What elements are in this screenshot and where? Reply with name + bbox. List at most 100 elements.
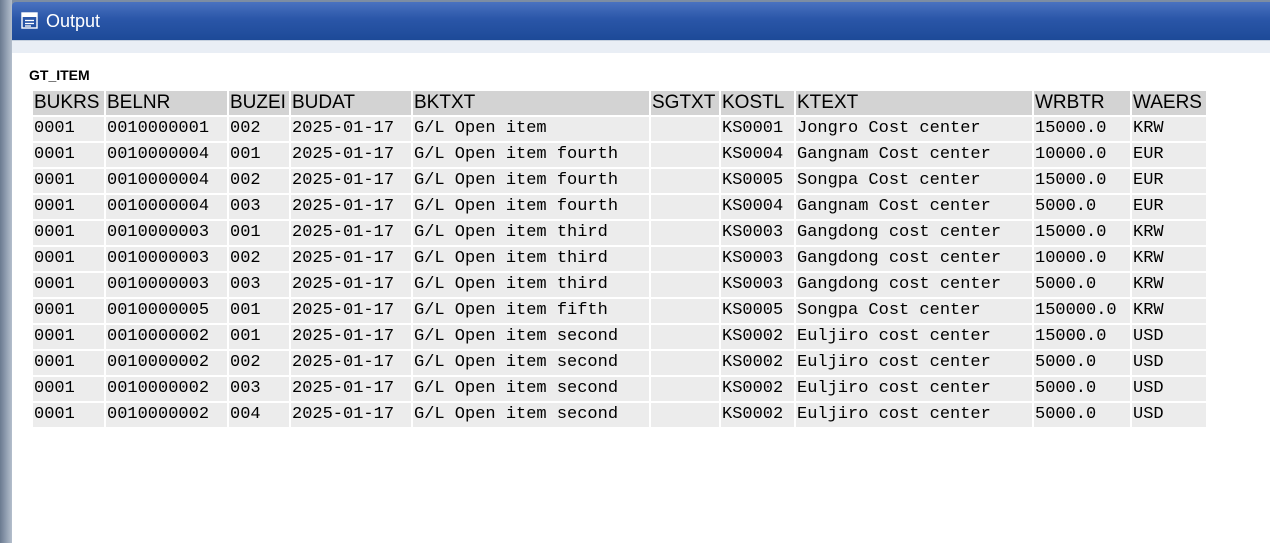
cell-sgtxt[interactable] — [651, 221, 719, 245]
cell-belnr[interactable]: 0010000005 — [106, 299, 227, 323]
cell-buzei[interactable]: 002 — [229, 117, 289, 141]
cell-buzei[interactable]: 001 — [229, 143, 289, 167]
cell-buzei[interactable]: 001 — [229, 325, 289, 349]
table-row[interactable]: 0001 0010000002 003 2025-01-17 G/L Open item… — [33, 377, 1206, 401]
cell-bktxt[interactable]: G/L Open item second — [413, 351, 649, 375]
cell-buzei[interactable]: 001 — [229, 221, 289, 245]
cell-budat[interactable]: 2025-01-17 — [291, 325, 411, 349]
cell-wrbtr[interactable]: 10000.0 — [1034, 143, 1130, 167]
cell-budat[interactable]: 2025-01-17 — [291, 247, 411, 271]
cell-belnr[interactable]: 0010000003 — [106, 273, 227, 297]
cell-ktext[interactable]: Gangnam Cost center — [796, 143, 1032, 167]
cell-waers[interactable]: USD — [1132, 377, 1206, 401]
cell-bktxt[interactable]: G/L Open item second — [413, 325, 649, 349]
cell-bukrs[interactable]: 0001 — [33, 195, 104, 219]
cell-belnr[interactable]: 0010000002 — [106, 351, 227, 375]
table-row[interactable]: 0001 0010000003 001 2025-01-17 G/L Open item… — [33, 221, 1206, 245]
cell-ktext[interactable]: Euljiro cost center — [796, 403, 1032, 427]
column-header-bukrs[interactable]: BUKRS — [33, 91, 104, 115]
cell-bktxt[interactable]: G/L Open item third — [413, 273, 649, 297]
cell-kostl[interactable]: KS0005 — [721, 299, 794, 323]
cell-kostl[interactable]: KS0004 — [721, 195, 794, 219]
cell-bktxt[interactable]: G/L Open item — [413, 117, 649, 141]
cell-sgtxt[interactable] — [651, 403, 719, 427]
cell-budat[interactable]: 2025-01-17 — [291, 143, 411, 167]
column-header-belnr[interactable]: BELNR — [106, 91, 227, 115]
cell-buzei[interactable]: 003 — [229, 377, 289, 401]
cell-bukrs[interactable]: 0001 — [33, 299, 104, 323]
cell-budat[interactable]: 2025-01-17 — [291, 351, 411, 375]
cell-bukrs[interactable]: 0001 — [33, 169, 104, 193]
cell-budat[interactable]: 2025-01-17 — [291, 273, 411, 297]
column-header-sgtxt[interactable]: SGTXT — [651, 91, 719, 115]
column-header-waers[interactable]: WAERS — [1132, 91, 1206, 115]
cell-ktext[interactable]: Songpa Cost center — [796, 169, 1032, 193]
cell-budat[interactable]: 2025-01-17 — [291, 195, 411, 219]
table-row[interactable]: 0001 0010000002 001 2025-01-17 G/L Open item… — [33, 325, 1206, 349]
cell-kostl[interactable]: KS0005 — [721, 169, 794, 193]
cell-bktxt[interactable]: G/L Open item third — [413, 221, 649, 245]
cell-bktxt[interactable]: G/L Open item second — [413, 403, 649, 427]
cell-buzei[interactable]: 002 — [229, 247, 289, 271]
cell-waers[interactable]: KRW — [1132, 117, 1206, 141]
table-row[interactable]: 0001 0010000001 002 2025-01-17 G/L Open item… — [33, 117, 1206, 141]
cell-waers[interactable]: USD — [1132, 351, 1206, 375]
cell-buzei[interactable]: 002 — [229, 169, 289, 193]
cell-bukrs[interactable]: 0001 — [33, 117, 104, 141]
cell-wrbtr[interactable]: 150000.0 — [1034, 299, 1130, 323]
cell-belnr[interactable]: 0010000002 — [106, 403, 227, 427]
cell-waers[interactable]: KRW — [1132, 221, 1206, 245]
cell-kostl[interactable]: KS0004 — [721, 143, 794, 167]
cell-sgtxt[interactable] — [651, 117, 719, 141]
table-row[interactable]: 0001 0010000003 003 2025-01-17 G/L Open item… — [33, 273, 1206, 297]
cell-sgtxt[interactable] — [651, 169, 719, 193]
cell-wrbtr[interactable]: 5000.0 — [1034, 377, 1130, 401]
cell-kostl[interactable]: KS0003 — [721, 273, 794, 297]
cell-wrbtr[interactable]: 10000.0 — [1034, 247, 1130, 271]
cell-belnr[interactable]: 0010000002 — [106, 377, 227, 401]
cell-bukrs[interactable]: 0001 — [33, 247, 104, 271]
cell-sgtxt[interactable] — [651, 273, 719, 297]
table-row[interactable]: 0001 0010000005 001 2025-01-17 G/L Open item… — [33, 299, 1206, 323]
cell-buzei[interactable]: 003 — [229, 195, 289, 219]
cell-sgtxt[interactable] — [651, 325, 719, 349]
cell-sgtxt[interactable] — [651, 351, 719, 375]
cell-bktxt[interactable]: G/L Open item fourth — [413, 169, 649, 193]
cell-wrbtr[interactable]: 15000.0 — [1034, 325, 1130, 349]
table-row[interactable]: 0001 0010000003 002 2025-01-17 G/L Open item… — [33, 247, 1206, 271]
cell-waers[interactable]: KRW — [1132, 273, 1206, 297]
table-row[interactable]: 0001 0010000004 003 2025-01-17 G/L Open item… — [33, 195, 1206, 219]
cell-bukrs[interactable]: 0001 — [33, 143, 104, 167]
cell-belnr[interactable]: 0010000004 — [106, 195, 227, 219]
cell-kostl[interactable]: KS0002 — [721, 403, 794, 427]
cell-sgtxt[interactable] — [651, 247, 719, 271]
table-row[interactable]: 0001 0010000002 004 2025-01-17 G/L Open item… — [33, 403, 1206, 427]
cell-wrbtr[interactable]: 5000.0 — [1034, 273, 1130, 297]
table-row[interactable]: 0001 0010000004 001 2025-01-17 G/L Open item… — [33, 143, 1206, 167]
cell-bukrs[interactable]: 0001 — [33, 377, 104, 401]
cell-bukrs[interactable]: 0001 — [33, 273, 104, 297]
table-row[interactable]: 0001 0010000002 002 2025-01-17 G/L Open item… — [33, 351, 1206, 375]
cell-waers[interactable]: USD — [1132, 325, 1206, 349]
cell-belnr[interactable]: 0010000004 — [106, 169, 227, 193]
cell-bktxt[interactable]: G/L Open item third — [413, 247, 649, 271]
cell-ktext[interactable]: Songpa Cost center — [796, 299, 1032, 323]
cell-budat[interactable]: 2025-01-17 — [291, 221, 411, 245]
cell-wrbtr[interactable]: 15000.0 — [1034, 221, 1130, 245]
cell-waers[interactable]: EUR — [1132, 195, 1206, 219]
cell-waers[interactable]: KRW — [1132, 247, 1206, 271]
cell-bktxt[interactable]: G/L Open item fifth — [413, 299, 649, 323]
cell-wrbtr[interactable]: 15000.0 — [1034, 117, 1130, 141]
cell-kostl[interactable]: KS0002 — [721, 351, 794, 375]
cell-ktext[interactable]: Euljiro cost center — [796, 377, 1032, 401]
cell-belnr[interactable]: 0010000003 — [106, 221, 227, 245]
cell-budat[interactable]: 2025-01-17 — [291, 403, 411, 427]
cell-belnr[interactable]: 0010000001 — [106, 117, 227, 141]
cell-ktext[interactable]: Euljiro cost center — [796, 351, 1032, 375]
cell-sgtxt[interactable] — [651, 377, 719, 401]
cell-buzei[interactable]: 001 — [229, 299, 289, 323]
cell-ktext[interactable]: Gangdong cost center — [796, 273, 1032, 297]
cell-ktext[interactable]: Jongro Cost center — [796, 117, 1032, 141]
cell-belnr[interactable]: 0010000002 — [106, 325, 227, 349]
cell-belnr[interactable]: 0010000003 — [106, 247, 227, 271]
